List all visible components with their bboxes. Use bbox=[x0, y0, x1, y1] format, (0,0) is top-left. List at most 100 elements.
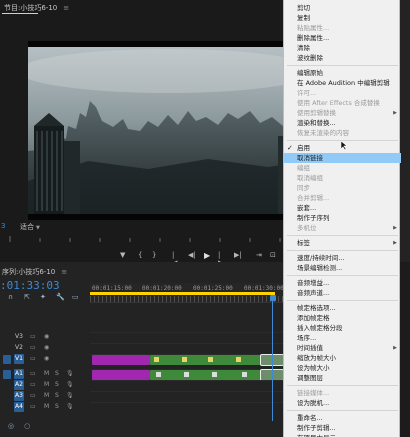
source-patch[interactable] bbox=[3, 344, 11, 353]
menu-item[interactable]: 在项目中显示 bbox=[284, 433, 401, 437]
menu-item[interactable]: 场序... bbox=[284, 333, 401, 343]
video-clip[interactable] bbox=[150, 355, 275, 365]
menu-item[interactable]: 合并剪辑... bbox=[284, 193, 401, 203]
track-name[interactable]: V2 bbox=[14, 343, 24, 353]
track-name[interactable]: A4 bbox=[14, 402, 24, 412]
menu-item[interactable]: 编组 bbox=[284, 163, 401, 173]
menu-item[interactable]: 波纹删除 bbox=[284, 53, 401, 63]
lock-icon[interactable]: ▭ bbox=[30, 343, 36, 353]
playhead-timecode[interactable]: 3 bbox=[1, 222, 5, 230]
mark-in-button[interactable]: { bbox=[138, 251, 142, 259]
menu-item[interactable]: 速度/持续时间... bbox=[284, 253, 401, 263]
menu-item[interactable]: 使用剪辑替换 ▶ bbox=[284, 108, 401, 118]
lock-icon[interactable]: ▭ bbox=[30, 402, 36, 412]
menu-item[interactable]: 帧定格选项... bbox=[284, 303, 401, 313]
extract-button[interactable]: ⊡ bbox=[270, 251, 276, 259]
eye-icon[interactable]: ◉ bbox=[44, 332, 49, 342]
source-patch[interactable] bbox=[3, 333, 11, 342]
lock-icon[interactable]: ▭ bbox=[30, 369, 36, 379]
program-monitor-tab[interactable]: 节目:小技巧6-10 ≡ bbox=[4, 3, 69, 13]
captions-icon[interactable]: ▭ bbox=[72, 293, 79, 301]
microphone-icon[interactable]: 🎙 bbox=[66, 402, 74, 412]
menu-item[interactable]: 在 Adobe Audition 中编辑剪辑 bbox=[284, 78, 401, 88]
snap-icon[interactable]: ∩ bbox=[8, 293, 13, 301]
menu-item[interactable]: 重命名... bbox=[284, 413, 401, 423]
menu-item[interactable]: 剪切 bbox=[284, 3, 401, 13]
linked-selection-icon[interactable]: ⇱ bbox=[24, 293, 30, 301]
source-patch[interactable] bbox=[3, 370, 11, 379]
track-header-a3[interactable]: A3 ▭ M S 🎙 bbox=[0, 391, 90, 402]
mute-button[interactable]: M bbox=[44, 380, 49, 390]
menu-item[interactable]: 插入帧定格分段 bbox=[284, 323, 401, 333]
mark-out-button[interactable]: } bbox=[152, 251, 156, 259]
menu-item[interactable]: 链接媒体... bbox=[284, 388, 401, 398]
microphone-icon[interactable]: 🎙 bbox=[66, 369, 74, 379]
track-header-a2[interactable]: A2 ▭ M S 🎙 bbox=[0, 380, 90, 391]
audio-clip[interactable] bbox=[150, 370, 275, 380]
eye-icon[interactable]: ◉ bbox=[44, 343, 49, 353]
microphone-icon[interactable]: 🎙 bbox=[66, 391, 74, 401]
track-name[interactable]: A1 bbox=[14, 369, 24, 379]
add-marker-button[interactable]: ▼ bbox=[120, 251, 125, 259]
menu-item[interactable]: 编辑原始 bbox=[284, 68, 401, 78]
lift-button[interactable]: ⇥ bbox=[256, 251, 262, 259]
menu-item[interactable]: 标签 ▶ bbox=[284, 238, 401, 248]
playhead-handle[interactable] bbox=[270, 295, 276, 301]
menu-item[interactable]: 嵌套... bbox=[284, 203, 401, 213]
menu-item[interactable]: 粘贴属性... bbox=[284, 23, 401, 33]
lock-icon[interactable]: ▭ bbox=[30, 391, 36, 401]
track-name[interactable]: A2 bbox=[14, 380, 24, 390]
menu-item[interactable]: 许可... bbox=[284, 88, 401, 98]
menu-item[interactable]: 复制 bbox=[284, 13, 401, 23]
solo-button[interactable]: S bbox=[55, 369, 59, 379]
menu-item[interactable]: 恢复未渲染的内容 bbox=[284, 128, 401, 138]
menu-item[interactable]: 制作子剪辑... bbox=[284, 423, 401, 433]
menu-item[interactable]: 取消编组 bbox=[284, 173, 401, 183]
mute-button[interactable]: M bbox=[44, 402, 49, 412]
menu-item[interactable]: 调整图层 bbox=[284, 373, 401, 383]
microphone-icon[interactable]: 🎙 bbox=[66, 380, 74, 390]
monitor-mini-ruler[interactable] bbox=[0, 236, 290, 242]
fit-dropdown[interactable]: 适合 ▼ bbox=[20, 222, 40, 232]
track-header-v3[interactable]: V3 ▭ ◉ bbox=[0, 332, 90, 343]
menu-item[interactable]: 取消链接 bbox=[284, 153, 401, 163]
track-header-a1[interactable]: A1 ▭ M S 🎙 bbox=[0, 369, 90, 380]
mute-button[interactable]: M bbox=[44, 391, 49, 401]
step-back-button[interactable]: ◀| bbox=[188, 251, 196, 259]
zoom-handle-icon[interactable]: ○ bbox=[24, 422, 30, 430]
menu-item[interactable]: 使用 After Effects 合成替换 bbox=[284, 98, 401, 108]
track-name[interactable]: V3 bbox=[14, 332, 24, 342]
menu-item[interactable]: 场景编辑检测... bbox=[284, 263, 401, 273]
panel-menu-icon[interactable]: ≡ bbox=[63, 4, 69, 12]
menu-item[interactable]: 同步 bbox=[284, 183, 401, 193]
menu-item[interactable]: 渲染和替换... bbox=[284, 118, 401, 128]
menu-item[interactable]: 音频声道... bbox=[284, 288, 401, 298]
add-marker-icon[interactable]: ✦ bbox=[40, 293, 46, 301]
video-clip[interactable] bbox=[92, 355, 150, 365]
track-header-a4[interactable]: A4 ▭ M S 🎙 bbox=[0, 402, 90, 413]
menu-item[interactable]: 删除属性... bbox=[284, 33, 401, 43]
wrench-icon[interactable]: 🔧 bbox=[56, 293, 65, 301]
track-name[interactable]: V1 bbox=[14, 354, 24, 364]
menu-item[interactable]: 时间插值 ▶ bbox=[284, 343, 401, 353]
play-button[interactable]: ▶ bbox=[204, 251, 210, 260]
source-patch[interactable] bbox=[3, 403, 11, 412]
source-patch[interactable] bbox=[3, 381, 11, 390]
solo-button[interactable]: S bbox=[55, 402, 59, 412]
source-patch[interactable] bbox=[3, 392, 11, 401]
audio-clip[interactable] bbox=[92, 370, 150, 380]
eye-icon[interactable]: ◉ bbox=[44, 354, 49, 364]
track-header-v1[interactable]: V1 ▭ ◉ bbox=[0, 354, 90, 365]
menu-item[interactable]: 清除 bbox=[284, 43, 401, 53]
mute-button[interactable]: M bbox=[44, 369, 49, 379]
zoom-icon[interactable]: ◎ bbox=[8, 422, 14, 430]
lock-icon[interactable]: ▭ bbox=[30, 380, 36, 390]
track-name[interactable]: A3 bbox=[14, 391, 24, 401]
lock-icon[interactable]: ▭ bbox=[30, 332, 36, 342]
menu-item[interactable]: 设为帧大小 bbox=[284, 363, 401, 373]
timeline-tab[interactable]: 序列:小技巧6-10 ≡ bbox=[2, 267, 67, 277]
panel-menu-icon[interactable]: ≡ bbox=[61, 268, 67, 276]
menu-item[interactable]: 设为脱机... bbox=[284, 398, 401, 408]
menu-item[interactable]: 添加帧定格 bbox=[284, 313, 401, 323]
menu-item[interactable]: 制作子序列 bbox=[284, 213, 401, 223]
